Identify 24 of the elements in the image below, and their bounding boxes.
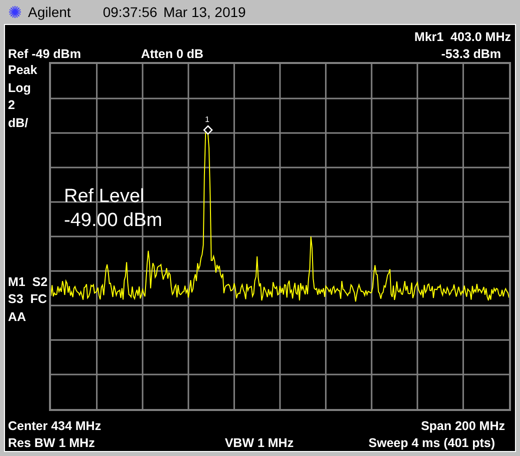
marker-level-readout: -53.3 dBm xyxy=(441,46,501,60)
starburst-logo-icon xyxy=(8,4,22,18)
status-label: S3 FC xyxy=(8,291,48,308)
date-text: Mar 13, 2019 xyxy=(163,4,246,20)
marker-number: 1 xyxy=(205,115,210,124)
reference-level-label: Ref -49 dBm xyxy=(8,46,81,60)
marker-diamond-icon xyxy=(203,125,213,135)
scale-label: Peak xyxy=(8,62,38,79)
marker-readout: Mkr1 403.0 MHz xyxy=(414,30,511,44)
span-label: Span 200 MHz xyxy=(420,418,505,432)
video-bandwidth-label: VBW 1 MHz xyxy=(224,436,294,450)
scale-label: dB/ xyxy=(8,114,30,132)
attenuation-label: Atten 0 dB xyxy=(140,46,204,60)
brand-name: Agilent xyxy=(28,4,71,20)
status-label: M1 S2 xyxy=(8,274,49,290)
scale-label: Log xyxy=(8,80,32,97)
clock-time: 09:37:56 xyxy=(102,4,158,20)
resolution-bandwidth-label: Res BW 1 MHz xyxy=(8,436,95,450)
scale-label: 2 xyxy=(8,97,16,114)
center-frequency-label: Center 434 MHz xyxy=(8,418,102,432)
ref-level-overlay-text: Ref Level xyxy=(64,185,146,209)
status-label: AA xyxy=(8,308,28,326)
ref-level-overlay-text: -49.00 dBm xyxy=(64,209,162,233)
sweep-label: Sweep 4 ms (401 pts) xyxy=(368,436,495,450)
